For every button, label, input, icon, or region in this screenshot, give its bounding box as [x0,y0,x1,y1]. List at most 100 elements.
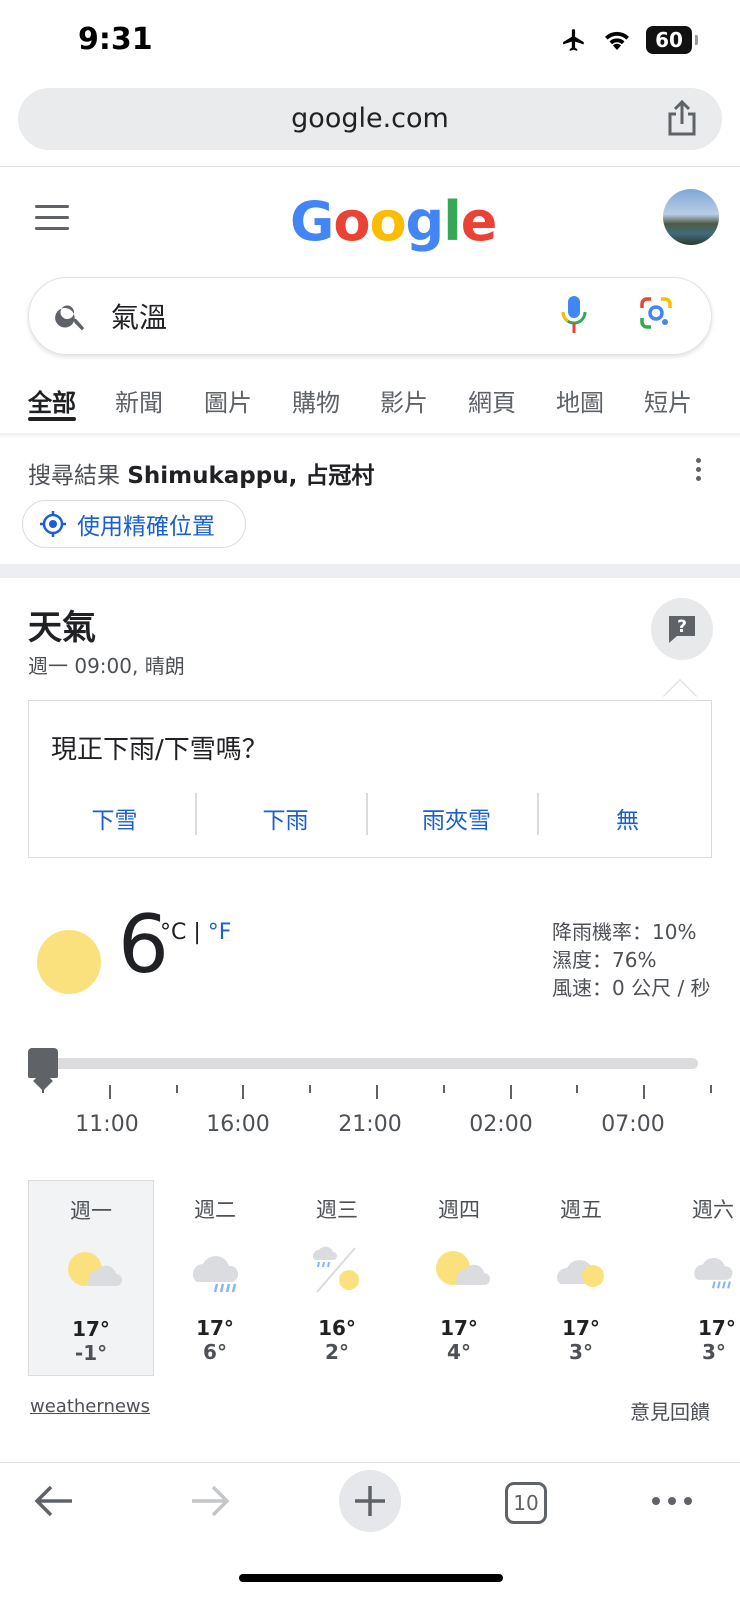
tabs-shadow [0,433,740,439]
time-tick [509,1085,512,1099]
forecast-day[interactable]: 週四 17° 4° [396,1180,522,1376]
survey-divider [366,793,368,835]
survey-divider [537,793,539,835]
day-name: 週五 [560,1198,602,1222]
logo-letter: e [460,190,498,253]
day-name: 週三 [316,1198,358,1222]
tab-web[interactable]: 網頁 [468,383,516,418]
plus-icon [355,1486,385,1516]
time-slider-thumb[interactable] [28,1048,58,1078]
partly-cloudy-icon [396,1240,522,1300]
forecast-day[interactable]: 週二 17° 6° [152,1180,278,1376]
google-lens-icon[interactable] [639,296,673,330]
sunny-icon [37,930,101,994]
time-tick [643,1085,646,1099]
logo-letter: g [405,190,445,253]
survey-option-sleet[interactable]: 雨夾雪 [371,801,542,835]
battery-icon: 60 [646,26,698,54]
forecast-day[interactable]: 週三 16° 2° [274,1180,400,1376]
survey-option-none[interactable]: 無 [542,801,713,835]
tab-shopping[interactable]: 購物 [292,383,340,418]
day-low: 6° [203,1340,227,1364]
time-label: 02:00 [469,1112,533,1137]
day-high: 17° [698,1316,736,1340]
day-high: 17° [72,1317,110,1341]
tab-images[interactable]: 圖片 [204,383,252,418]
menu-icon[interactable] [35,205,69,238]
section-separator [0,564,740,578]
day-high: 17° [196,1316,234,1340]
weather-subtitle: 週一 09:00, 晴朗 [28,654,185,678]
tab-videos[interactable]: 影片 [380,383,428,418]
logo-letter: l [443,190,461,253]
status-icons: 60 [560,26,698,54]
avatar[interactable] [663,189,719,245]
survey-question: 現正下雨/下雪嗎？ [51,735,268,765]
use-precise-location-button[interactable]: 使用精確位置 [22,500,246,548]
forward-arrow-icon[interactable] [190,1484,230,1518]
wifi-icon [605,31,629,50]
share-icon[interactable] [664,100,700,138]
airplane-icon [563,29,584,51]
tab-all[interactable]: 全部 [28,383,76,418]
status-time: 9:31 [78,22,153,57]
location-place: Shimukappu, 占冠村 [127,463,375,489]
battery-level: 60 [655,28,683,52]
time-slider-track[interactable] [42,1058,698,1069]
time-tick [309,1085,312,1093]
tab-count: 10 [513,1491,539,1515]
logo-letter: o [333,190,370,253]
feedback-link[interactable]: 意見回饋 [630,1396,710,1425]
more-options-icon[interactable] [696,458,706,485]
url-text[interactable]: google.com [18,88,722,150]
weather-details: 降雨機率：10% 濕度：76% 風速：0 公尺 / 秒 [552,918,711,1002]
rain-cloud-icon [640,1240,740,1300]
toolbar-divider [0,1462,740,1463]
forecast-day[interactable]: 週六 17° 3° [640,1180,740,1376]
day-low: -1° [74,1341,108,1365]
microphone-icon[interactable] [559,294,589,336]
weather-source-link[interactable]: weathernews [30,1396,150,1417]
tab-news[interactable]: 新聞 [115,383,163,418]
search-box[interactable]: 氣溫 [28,277,712,355]
forecast-day[interactable]: 週一 17° -1° [28,1180,154,1376]
time-tick [376,1085,378,1099]
feedback-question-button[interactable]: ? [651,598,713,660]
unit-separator: | [193,920,201,945]
forecast-day[interactable]: 週五 17° 3° [518,1180,644,1376]
search-icon[interactable] [53,298,89,334]
day-high: 16° [318,1316,356,1340]
google-logo[interactable]: Google [290,190,498,253]
day-low: 3° [702,1340,726,1364]
unit-fahrenheit[interactable]: °F [208,920,232,945]
time-tick [108,1085,111,1099]
tab-shorts[interactable]: 短片 [644,383,692,418]
logo-letter: o [369,190,406,253]
survey-divider [195,793,197,835]
tab-maps[interactable]: 地圖 [556,383,604,418]
day-name: 週一 [70,1199,112,1223]
active-tab-indicator [28,417,76,421]
day-high: 17° [562,1316,600,1340]
weather-survey: 現正下雨/下雪嗎？ 下雪 下雨 雨夾雪 無 [28,700,712,858]
search-input[interactable]: 氣溫 [111,296,167,336]
tab-switcher-button[interactable]: 10 [505,1482,547,1524]
divider [0,166,740,167]
svg-text:?: ? [677,617,687,637]
precipitation-chance: 降雨機率：10% [552,920,697,944]
day-name: 週四 [438,1198,480,1222]
logo-letter: G [290,190,334,253]
time-label: 11:00 [75,1112,139,1137]
precise-location-label: 使用精確位置 [77,514,215,540]
back-arrow-icon[interactable] [34,1484,74,1518]
survey-option-snow[interactable]: 下雪 [29,801,200,835]
day-name: 週六 [692,1198,734,1222]
survey-option-rain[interactable]: 下雨 [200,801,371,835]
more-menu-icon[interactable] [652,1497,692,1505]
url-bar[interactable]: google.com [18,88,722,150]
new-tab-button[interactable] [339,1470,401,1532]
unit-celsius[interactable]: °C [160,920,186,945]
day-low: 2° [325,1340,349,1364]
time-label: 07:00 [601,1112,665,1137]
question-icon: ? [669,616,695,643]
